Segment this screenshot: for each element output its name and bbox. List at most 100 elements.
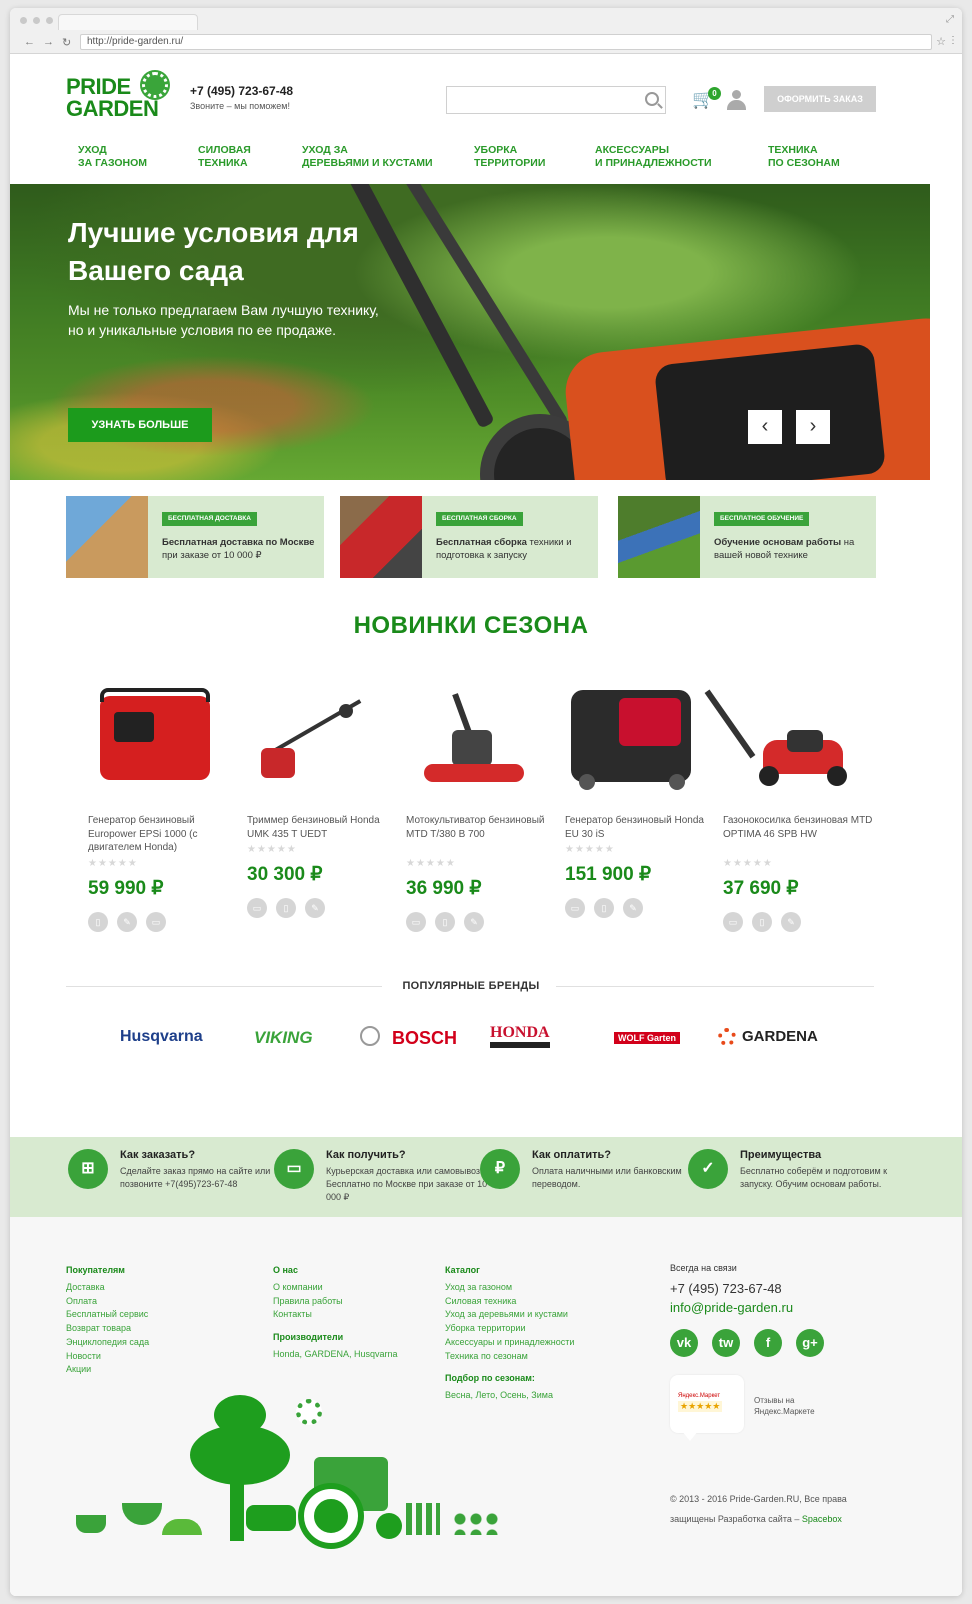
facebook-icon[interactable]: f xyxy=(754,1329,782,1357)
brand-gardena[interactable]: GARDENA xyxy=(742,1028,818,1045)
nav-item-cleaning[interactable]: УБОРКА ТЕРРИТОРИИ xyxy=(474,144,545,170)
footer-phone[interactable]: +7 (495) 723-67-48 xyxy=(670,1281,793,1296)
book-icon: ▯ xyxy=(752,912,772,932)
address-bar[interactable]: http://pride-garden.ru/ xyxy=(80,34,932,50)
brand-husqvarna[interactable]: Husqvarna xyxy=(120,1028,203,1046)
nav-item-lawn-care[interactable]: УХОД ЗА ГАЗОНОМ xyxy=(78,144,147,170)
product-card[interactable]: Генератор бензиновый Honda EU 30 iS ★★★★… xyxy=(565,674,715,918)
footer-link[interactable]: Оплата xyxy=(66,1295,149,1309)
wrench-icon: ✎ xyxy=(623,898,643,918)
brand-wolf-garten[interactable]: WOLF Garten xyxy=(614,1032,680,1044)
user-icon[interactable] xyxy=(726,90,748,110)
product-price: 151 900 ₽ xyxy=(565,864,652,885)
brands-title: ПОПУЛЯРНЫЕ БРЕНДЫ xyxy=(402,980,540,992)
brand-viking[interactable]: VIKING xyxy=(254,1028,313,1048)
footer-link[interactable]: Акции xyxy=(66,1363,149,1377)
footer: Покупателям Доставка Оплата Бесплатный с… xyxy=(10,1217,962,1596)
header-phone[interactable]: +7 (495) 723-67-48 xyxy=(190,84,293,98)
product-name[interactable]: Генератор бензиновый Europower EPSi 1000… xyxy=(88,814,238,855)
product-feature-icons: ▯ ✎ ▭ xyxy=(88,912,166,932)
vk-icon[interactable]: vk xyxy=(670,1329,698,1357)
brand-honda[interactable]: HONDA xyxy=(490,1024,550,1048)
footer-buyers: Покупателям Доставка Оплата Бесплатный с… xyxy=(66,1265,149,1377)
product-feature-icons: ▭ ▯ ✎ xyxy=(406,912,484,932)
learn-more-button[interactable]: УЗНАТЬ БОЛЬШЕ xyxy=(68,408,212,442)
book-icon: ▯ xyxy=(88,912,108,932)
product-price: 36 990 ₽ xyxy=(406,878,482,899)
feature-free-assembly[interactable]: БЕСПЛАТНАЯ СБОРКА Бесплатная сборка техн… xyxy=(340,496,598,578)
info-strip: ⊞ Как заказать? Сделайте заказ прямо на … xyxy=(10,1137,962,1217)
rating-stars: ★★★★★ xyxy=(678,1401,723,1412)
nav-item-seasonal[interactable]: ТЕХНИКА ПО СЕЗОНАМ xyxy=(768,144,840,170)
footer-link[interactable]: Возврат товара xyxy=(66,1322,149,1336)
wrench-icon: ✎ xyxy=(117,912,137,932)
developer-link[interactable]: Spacebox xyxy=(802,1514,842,1524)
footer-link[interactable]: Энциклопедия сада xyxy=(66,1336,149,1350)
product-card[interactable]: Мотокультиватор бензиновый MTD T/380 B 7… xyxy=(406,674,556,932)
nav-item-tree-care[interactable]: УХОД ЗА ДЕРЕВЬЯМИ И КУСТАМИ xyxy=(302,144,433,170)
cart-count-badge: 0 xyxy=(708,87,721,100)
footer-link[interactable]: Уборка территории xyxy=(445,1322,574,1336)
footer-link[interactable]: Honda, GARDENA, Husqvarna xyxy=(273,1348,398,1362)
brand-bosch[interactable]: BOSCH xyxy=(392,1028,457,1049)
browser-tab[interactable] xyxy=(58,14,198,30)
footer-link[interactable]: Правила работы xyxy=(273,1295,398,1309)
product-name[interactable]: Мотокультиватор бензиновый MTD T/380 B 7… xyxy=(406,814,556,841)
nav-item-accessories[interactable]: АКСЕССУАРЫ И ПРИНАДЛЕЖНОСТИ xyxy=(595,144,712,170)
footer-link[interactable]: Новости xyxy=(66,1350,149,1364)
product-name[interactable]: Генератор бензиновый Honda EU 30 iS xyxy=(565,814,715,841)
page: PRIDE GARDEN +7 (495) 723-67-48 Звоните … xyxy=(10,54,962,1596)
footer-link[interactable]: Контакты xyxy=(273,1308,398,1322)
search-input[interactable] xyxy=(446,86,666,114)
feature-free-delivery[interactable]: БЕСПЛАТНАЯ ДОСТАВКА Бесплатная доставка … xyxy=(66,496,324,578)
bookmark-star-icon[interactable]: ☆ xyxy=(936,35,946,48)
footer-link[interactable]: Техника по сезонам xyxy=(445,1350,574,1364)
footer-about: О нас О компании Правила работы Контакты… xyxy=(273,1265,398,1362)
product-image[interactable] xyxy=(704,674,853,802)
footer-link[interactable]: Уход за газоном xyxy=(445,1281,574,1295)
product-feature-icons: ▭ ▯ ✎ xyxy=(565,898,643,918)
browser-nav-buttons[interactable]: ← → ↻ xyxy=(24,36,71,49)
yandex-market-widget[interactable]: Яндекс.Маркет ★★★★★ xyxy=(670,1375,744,1441)
truck-icon: ▭ xyxy=(406,912,426,932)
product-name[interactable]: Газонокосилка бензиновая MTD OPTIMA 46 S… xyxy=(723,814,873,841)
browser-menu-icon[interactable]: ⋮ xyxy=(948,35,958,46)
product-card[interactable]: Газонокосилка бензиновая MTD OPTIMA 46 S… xyxy=(704,674,873,932)
product-card[interactable]: Генератор бензиновый Europower EPSi 1000… xyxy=(88,674,238,932)
product-image[interactable] xyxy=(406,674,536,802)
wrench-icon: ✎ xyxy=(464,912,484,932)
wrench-icon: ✎ xyxy=(781,912,801,932)
footer-link[interactable]: Доставка xyxy=(66,1281,149,1295)
footer-email[interactable]: info@pride-garden.ru xyxy=(670,1300,793,1315)
browser-chrome: ⤢ ← → ↻ http://pride-garden.ru/ ☆ ⋮ xyxy=(10,8,962,54)
product-card[interactable]: Триммер бензиновый Honda UMK 435 T UEDT … xyxy=(247,674,397,918)
footer-link[interactable]: Аксессуары и принадлежности xyxy=(445,1336,574,1350)
window-controls[interactable] xyxy=(20,17,53,24)
footer-link[interactable]: Бесплатный сервис xyxy=(66,1308,149,1322)
truck-icon: ▭ xyxy=(146,912,166,932)
product-image[interactable] xyxy=(88,674,218,802)
yandex-review-text[interactable]: Отзывы на Яндекс.Маркете xyxy=(754,1395,844,1417)
checkout-button[interactable]: ОФОРМИТЬ ЗАКАЗ xyxy=(764,86,876,112)
slider-next-button[interactable]: › xyxy=(796,410,830,444)
header-phone-subtitle: Звоните – мы поможем! xyxy=(190,101,290,111)
twitter-icon[interactable]: tw xyxy=(712,1329,740,1357)
product-image[interactable] xyxy=(565,674,695,802)
footer-link[interactable]: О компании xyxy=(273,1281,398,1295)
search-icon[interactable] xyxy=(645,92,659,106)
product-image[interactable] xyxy=(247,674,377,802)
footer-link[interactable]: Уход за деревьями и кустами xyxy=(445,1308,574,1322)
site-logo[interactable]: PRIDE GARDEN xyxy=(66,72,186,126)
gear-icon xyxy=(142,72,168,98)
feature-free-training[interactable]: БЕСПЛАТНОЕ ОБУЧЕНИЕ Обучение основам раб… xyxy=(618,496,876,578)
google-plus-icon[interactable]: g+ xyxy=(796,1329,824,1357)
nav-item-power-tools[interactable]: СИЛОВАЯ ТЕХНИКА xyxy=(198,144,251,170)
book-icon: ▯ xyxy=(276,898,296,918)
footer-link[interactable]: Силовая техника xyxy=(445,1295,574,1309)
product-rating: ★★★★★ xyxy=(88,858,138,869)
slider-prev-button[interactable]: ‹ xyxy=(748,410,782,444)
gardena-logo-icon xyxy=(718,1028,736,1046)
browser-window: ⤢ ← → ↻ http://pride-garden.ru/ ☆ ⋮ PRIDE … xyxy=(10,8,962,1596)
product-name[interactable]: Триммер бензиновый Honda UMK 435 T UEDT xyxy=(247,814,397,841)
fullscreen-icon[interactable]: ⤢ xyxy=(946,14,954,25)
